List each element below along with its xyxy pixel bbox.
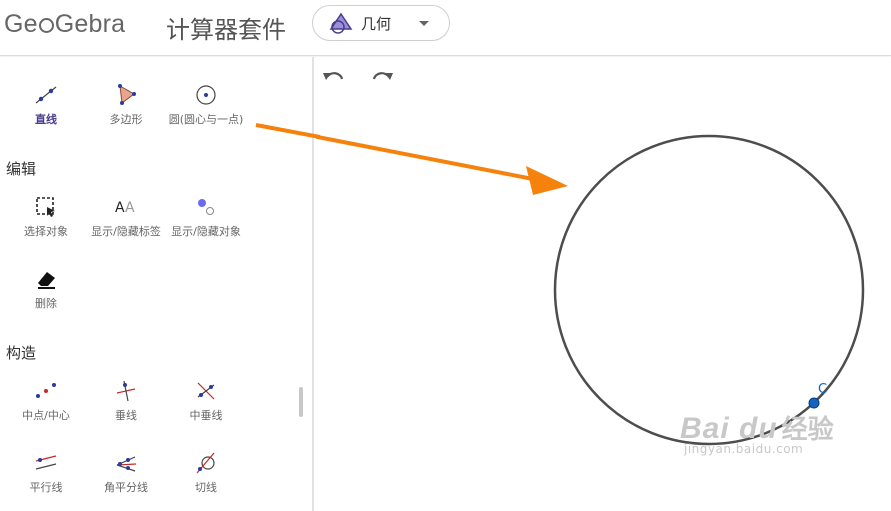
svg-text:A: A <box>115 200 125 216</box>
show-hide-object-icon <box>198 199 214 215</box>
chevron-down-icon <box>419 21 429 26</box>
tool-select-objects[interactable]: 选择对象 <box>5 195 87 239</box>
tool-parallel-line[interactable]: 平行线 <box>5 451 87 495</box>
header-bar: Ge Gebra 计算器套件 几何 <box>0 0 891 56</box>
tool-tangent[interactable]: 切线 <box>165 451 247 495</box>
annotation-arrow-tail <box>255 123 320 139</box>
suite-title: 计算器套件 <box>166 16 286 44</box>
tool-delete[interactable]: 删除 <box>5 267 87 311</box>
tool-angle-bisector-label: 角平分线 <box>104 481 148 494</box>
parallel-line-icon <box>35 455 57 470</box>
watermark-brand: Bai du <box>680 412 778 445</box>
app-select-label: 几何 <box>361 14 392 33</box>
circle-center-point-icon <box>196 85 216 105</box>
geogebra-app: Ge Gebra 计算器套件 几何 直线 多边形 圆(圆心与一点) 编辑 选择对… <box>0 0 891 511</box>
tool-polygon-label: 多边形 <box>109 113 143 126</box>
eraser-icon <box>38 272 55 289</box>
tool-angle-bisector[interactable]: 角平分线 <box>85 451 167 495</box>
tangent-icon <box>196 452 215 474</box>
section-construct-title: 构造 <box>6 344 37 362</box>
tool-tangent-label: 切线 <box>195 481 217 494</box>
tool-polygon[interactable]: 多边形 <box>85 83 167 127</box>
geometry-app-icon <box>329 12 353 34</box>
midpoint-icon <box>36 383 56 398</box>
tool-circle-center-point[interactable]: 圆(圆心与一点) <box>165 83 247 127</box>
polygon-icon <box>118 84 136 105</box>
tool-line-label: 直线 <box>35 113 57 126</box>
tool-perpendicular-bisector[interactable]: 中垂线 <box>165 379 247 423</box>
tool-show-hide-object-label: 显示/隐藏对象 <box>171 225 241 238</box>
point-c-label: C <box>818 382 827 397</box>
tool-parallel-line-label: 平行线 <box>29 481 63 494</box>
logo-ring-icon <box>38 17 54 33</box>
tool-delete-label: 删除 <box>35 297 57 310</box>
select-objects-icon <box>36 197 55 217</box>
point-c[interactable] <box>808 397 820 409</box>
annotation-arrow-line <box>316 134 539 182</box>
tool-midpoint-label: 中点/中心 <box>22 409 70 422</box>
tool-select-label: 选择对象 <box>24 225 68 238</box>
tool-show-hide-object[interactable]: 显示/隐藏对象 <box>165 195 247 239</box>
tool-midpoint[interactable]: 中点/中心 <box>5 379 87 423</box>
show-hide-label-icon: A A <box>115 200 135 216</box>
tool-show-hide-label-label: 显示/隐藏标签 <box>91 225 161 238</box>
annotation-arrow-head <box>526 166 568 195</box>
line-icon <box>35 86 57 104</box>
baidu-watermark: Bai du 经验 jingyan.baidu.com <box>680 409 834 456</box>
watermark-brand-cn: 经验 <box>781 415 834 445</box>
perpendicular-bisector-icon <box>197 382 215 400</box>
tool-circle-label: 圆(圆心与一点) <box>168 113 244 126</box>
section-edit-title: 编辑 <box>6 160 37 178</box>
graphics-view[interactable]: C Bai du 经验 jingyan.baidu.com <box>316 57 891 511</box>
tool-perpendicular-label: 垂线 <box>115 409 137 422</box>
construction-circle[interactable] <box>553 134 865 446</box>
tool-perpendicular[interactable]: 垂线 <box>85 379 167 423</box>
geogebra-logo[interactable]: Ge Gebra <box>4 8 125 40</box>
tool-line[interactable]: 直线 <box>5 83 87 127</box>
app-select-dropdown[interactable]: 几何 <box>312 5 450 41</box>
tool-perpendicular-bisector-label: 中垂线 <box>189 409 223 422</box>
svg-text:A: A <box>125 200 135 216</box>
angle-bisector-icon <box>116 456 137 472</box>
perpendicular-line-icon <box>116 380 136 402</box>
tool-show-hide-label[interactable]: A A 显示/隐藏标签 <box>85 195 167 239</box>
sidebar-scrollbar[interactable] <box>299 387 303 417</box>
